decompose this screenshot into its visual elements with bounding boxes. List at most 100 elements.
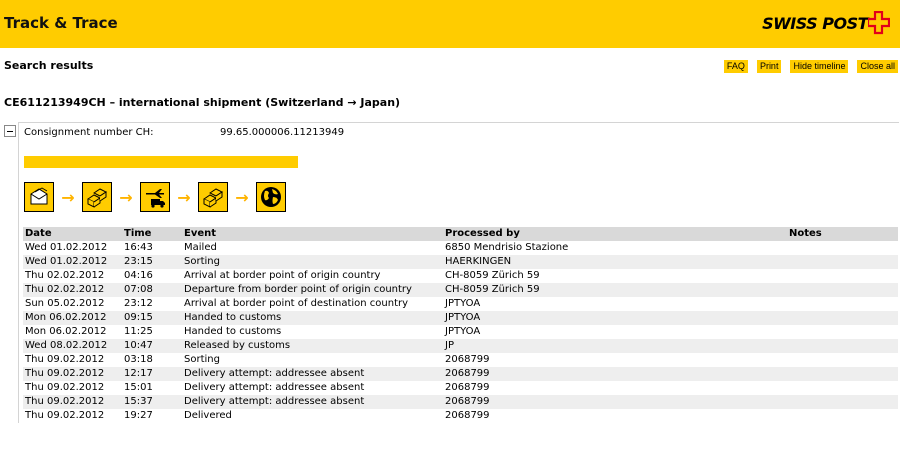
cell-time: 03:18 bbox=[124, 354, 153, 365]
cell-notes bbox=[787, 297, 898, 311]
cell-notes bbox=[787, 283, 898, 297]
cell-event: Handed to customs bbox=[184, 326, 282, 337]
cell-processed-by: CH-8059 Zürich 59 bbox=[443, 283, 787, 297]
cell-processed-by: 6850 Mendrisio Stazione bbox=[445, 242, 569, 253]
header-time: Time bbox=[122, 227, 182, 241]
close-all-button[interactable]: Close all bbox=[857, 60, 898, 73]
cell-date: Thu 02.02.2012 bbox=[23, 283, 122, 297]
cell-date: Mon 06.02.2012 bbox=[23, 311, 122, 325]
cell-processed-by: JPTYOA bbox=[443, 311, 787, 325]
cell-date: Wed 08.02.2012 bbox=[23, 339, 122, 353]
table-row: Mon 06.02.2012 09:15 Handed to customs JPTY… bbox=[23, 311, 898, 325]
cell-time: 23:12 bbox=[124, 298, 153, 309]
hide-timeline-button[interactable]: Hide timeline bbox=[790, 60, 849, 73]
faq-button[interactable]: FAQ bbox=[723, 60, 748, 73]
cell-event: Arrival at border point of destination c… bbox=[184, 298, 409, 309]
consignment-label: Consignment number CH: bbox=[24, 127, 154, 138]
progress-bar bbox=[24, 156, 298, 168]
cell-event: Sorting bbox=[184, 354, 220, 365]
cell-date: Thu 09.02.2012 bbox=[25, 410, 105, 421]
cell-processed-by: 2068799 bbox=[443, 367, 787, 381]
cell-processed-by: JPTYOA bbox=[445, 298, 481, 309]
cell-notes bbox=[787, 367, 898, 381]
cell-processed-by: 2068799 bbox=[445, 354, 490, 365]
cell-processed-by: HAERKINGEN bbox=[443, 255, 787, 269]
cell-date: Wed 01.02.2012 bbox=[23, 255, 122, 269]
events-table: Date Time Event Processed by Notes Wed 0… bbox=[23, 227, 898, 423]
cell-date: Mon 06.02.2012 bbox=[25, 326, 107, 337]
table-row: Thu 09.02.2012 15:37 Delivery attempt: add… bbox=[23, 395, 898, 409]
table-row: Sun 05.02.2012 23:12 Arrival at border poi… bbox=[23, 297, 898, 311]
cell-date: Thu 09.02.2012 bbox=[23, 367, 122, 381]
envelope-parcel-icon bbox=[24, 182, 54, 212]
cell-notes bbox=[787, 269, 898, 283]
cell-date: Thu 09.02.2012 bbox=[23, 395, 122, 409]
page-title: Track & Trace bbox=[4, 14, 118, 32]
header-date: Date bbox=[23, 227, 122, 241]
timeline-steps: → → → → bbox=[24, 180, 286, 214]
arrow-right-icon: → bbox=[235, 187, 249, 207]
table-row: Wed 01.02.2012 16:43 Mailed 6850 Mendrisio … bbox=[23, 241, 898, 255]
cell-date: Sun 05.02.2012 bbox=[25, 298, 105, 309]
search-results-label: Search results bbox=[4, 59, 94, 72]
collapse-toggle-button[interactable] bbox=[4, 125, 16, 137]
cell-time: 10:47 bbox=[122, 339, 182, 353]
cell-event: Arrival at border point of origin countr… bbox=[184, 270, 381, 281]
cell-time: 16:43 bbox=[124, 242, 153, 253]
cell-event: Delivery attempt: addressee absent bbox=[182, 395, 443, 409]
header-processed-by: Processed by bbox=[443, 227, 787, 241]
header-event: Event bbox=[182, 227, 443, 241]
table-row: Wed 01.02.2012 23:15 Sorting HAERKINGEN bbox=[23, 255, 898, 269]
cell-notes bbox=[787, 381, 898, 395]
table-row: Thu 02.02.2012 07:08 Departure from border… bbox=[23, 283, 898, 297]
plane-truck-icon bbox=[140, 182, 170, 212]
header-notes: Notes bbox=[787, 227, 898, 241]
table-row: Thu 09.02.2012 19:27 Delivered 2068799 bbox=[23, 409, 898, 423]
cell-event: Handed to customs bbox=[182, 311, 443, 325]
cell-time: 12:17 bbox=[122, 367, 182, 381]
cell-time: 07:08 bbox=[122, 283, 182, 297]
print-button[interactable]: Print bbox=[756, 60, 782, 73]
parcels-icon bbox=[82, 182, 112, 212]
cell-event: Sorting bbox=[182, 255, 443, 269]
cell-event: Departure from border point of origin co… bbox=[182, 283, 443, 297]
cell-processed-by: 2068799 bbox=[445, 410, 490, 421]
consignment-value: 99.65.000006.11213949 bbox=[220, 127, 345, 138]
cell-notes bbox=[787, 255, 898, 269]
cell-time: 09:15 bbox=[122, 311, 182, 325]
toolbar: FAQ Print Hide timeline Close all bbox=[723, 60, 898, 73]
table-row: Thu 09.02.2012 12:17 Delivery attempt: add… bbox=[23, 367, 898, 381]
cell-time: 15:37 bbox=[122, 395, 182, 409]
arrow-right-icon: → bbox=[61, 187, 75, 207]
cell-processed-by: CH-8059 Zürich 59 bbox=[445, 270, 540, 281]
cell-processed-by: JPTYOA bbox=[445, 326, 481, 337]
cell-date: Wed 01.02.2012 bbox=[25, 242, 108, 253]
cell-notes bbox=[787, 325, 898, 339]
cell-processed-by: JP bbox=[443, 339, 787, 353]
cell-processed-by: 2068799 bbox=[445, 382, 490, 393]
cell-time: 04:16 bbox=[124, 270, 153, 281]
shipment-title: CE611213949CH – international shipment (… bbox=[4, 96, 401, 109]
cell-time: 11:25 bbox=[124, 326, 153, 337]
swiss-post-logo[interactable]: SWISS POST bbox=[762, 10, 890, 36]
table-row: Mon 06.02.2012 11:25 Handed to customs JPTY… bbox=[23, 325, 898, 339]
table-row: Thu 09.02.2012 03:18 Sorting 2068799 bbox=[23, 353, 898, 367]
arrow-right-icon: → bbox=[119, 187, 133, 207]
parcels-icon bbox=[198, 182, 228, 212]
cell-event: Delivery attempt: addressee absent bbox=[184, 382, 365, 393]
cell-event: Delivered bbox=[184, 410, 232, 421]
arrow-right-icon: → bbox=[177, 187, 191, 207]
cell-event: Released by customs bbox=[182, 339, 443, 353]
cell-event: Delivery attempt: addressee absent bbox=[182, 367, 443, 381]
cell-time: 19:27 bbox=[124, 410, 153, 421]
cell-notes bbox=[787, 339, 898, 353]
cell-date: Thu 09.02.2012 bbox=[25, 382, 105, 393]
cell-time: 15:01 bbox=[124, 382, 153, 393]
cell-notes bbox=[787, 311, 898, 325]
cell-notes bbox=[787, 395, 898, 409]
globe-icon bbox=[256, 182, 286, 212]
table-row: Wed 08.02.2012 10:47 Released by customs JP bbox=[23, 339, 898, 353]
cell-notes bbox=[787, 241, 898, 255]
table-row: Thu 09.02.2012 15:01 Delivery attempt: add… bbox=[23, 381, 898, 395]
swiss-cross-icon bbox=[868, 11, 890, 35]
